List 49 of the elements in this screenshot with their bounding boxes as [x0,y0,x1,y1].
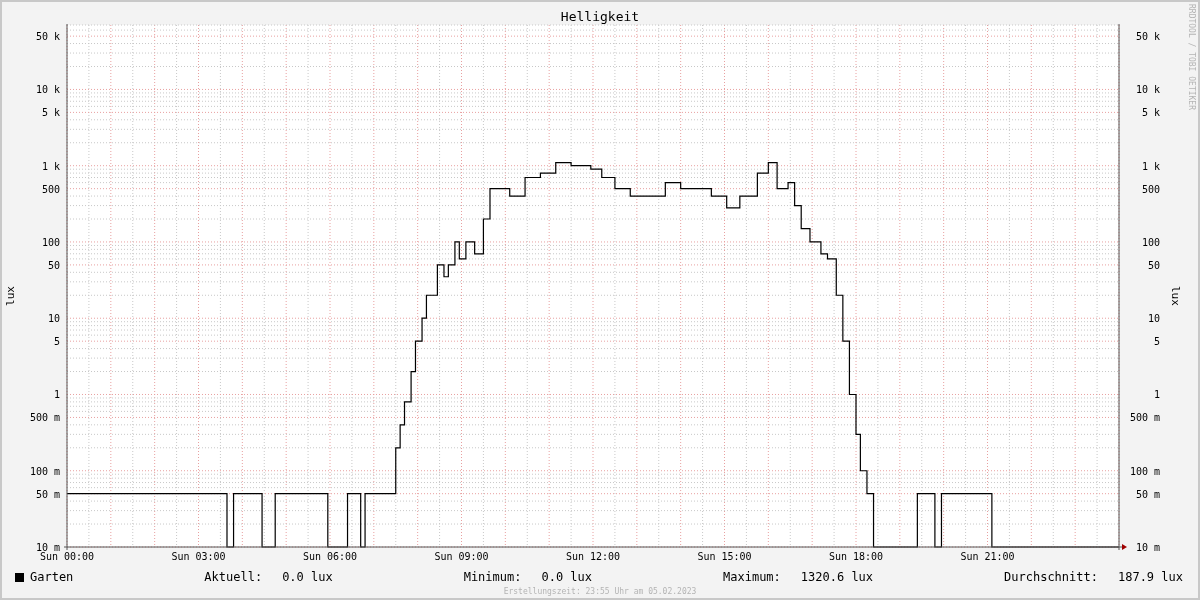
stat-label: Aktuell: [204,569,263,586]
axis-tick-label: 500 [1141,183,1160,195]
axis-tick-label: 500 [41,183,60,195]
axis-tick-label: 50 m [1135,488,1160,500]
axis-tick-label: 500 m [29,412,60,424]
stat-label: Durchschnitt: [1004,569,1098,586]
stat-value: 0.0 lux [541,569,593,586]
axis-tick-label: Sun 06:00 [302,551,358,562]
stat-label: Minimum: [463,569,522,586]
axis-tick-label: 10 m [1135,542,1160,553]
axis-tick-label: 100 [1141,236,1160,248]
axis-tick-label: 100 m [29,465,60,477]
y-axis-label: lux [1168,286,1184,306]
axis-tick-label: 50 m [35,488,60,500]
stat-value: 187.9 lux [1117,569,1183,586]
credit-text: RRDTOOL / TOBI OETIKER [1186,4,1195,110]
axis-tick-label: 1 k [1141,160,1160,172]
axis-tick-label: Sun 12:00 [565,551,621,562]
axis-tick-label: 100 [41,236,60,248]
axis-tick-label: Sun 00:00 [39,551,95,562]
chart-title: Helligkeit [560,10,640,24]
axis-tick-label: 50 [47,259,60,271]
axis-tick-label: 10 k [1135,84,1160,96]
axis-tick-label: 50 k [35,31,60,43]
axis-tick-label: 10 k [35,84,60,96]
stat-value: 1320.6 lux [800,569,874,586]
axis-tick-label: 5 [53,336,60,348]
axis-tick-label: Sun 21:00 [960,551,1015,562]
stat-label: Maximum: [723,569,781,586]
axis-tick-label: Sun 03:00 [171,551,226,562]
axis-tick-label: 10 [47,313,60,325]
axis-tick-label: Sun 15:00 [697,551,752,562]
axis-tick-label: 1 [53,389,60,401]
axis-tick-label: 500 m [1129,412,1160,424]
axis-tick-label: 5 k [41,107,60,119]
axis-tick-label: 10 m [35,542,60,553]
axis-tick-label: 5 k [1141,107,1160,119]
stat-value: 0.0 lux [282,569,333,586]
axis-tick-label: Sun 18:00 [828,551,884,562]
axis-tick-label: Sun 09:00 [434,551,489,562]
axis-tick-label: 10 [1147,313,1160,325]
legend-label: Garten [30,569,74,586]
axis-tick-label: 100 m [1129,465,1160,477]
axis-tick-label: 50 [1147,259,1160,271]
axis-tick-label: 1 [1153,389,1160,401]
axis-tick-label: 50 k [1135,31,1160,43]
axis-tick-label: 5 [1153,336,1160,348]
axis-tick-label: 1 k [41,160,60,172]
y-axis-label: lux [2,286,18,306]
